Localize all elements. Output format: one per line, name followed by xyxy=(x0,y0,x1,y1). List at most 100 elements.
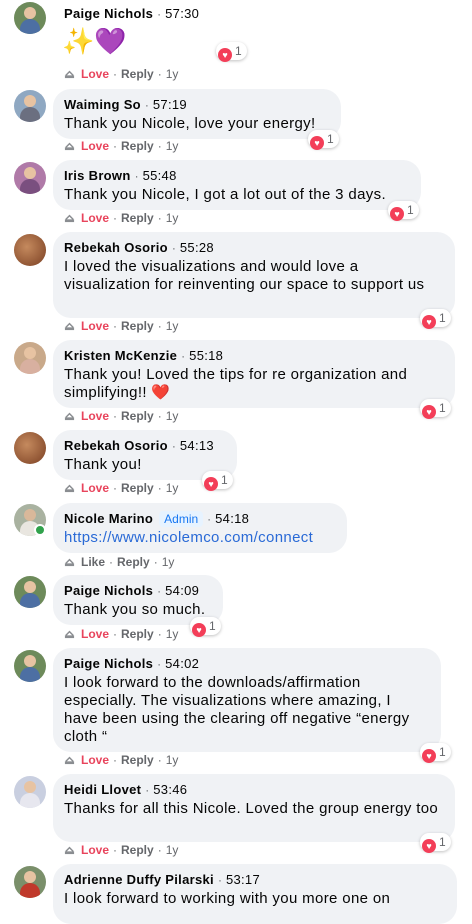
share-icon[interactable] xyxy=(64,754,75,765)
comment-age[interactable]: 1y xyxy=(166,409,179,423)
comment-timestamp[interactable]: 53:17 xyxy=(226,872,260,887)
commenter-name[interactable]: Rebekah Osorio xyxy=(64,240,168,255)
comment-age[interactable]: 1y xyxy=(166,67,179,81)
comment-text: ✨💜 xyxy=(62,26,127,56)
comment-bubble: Rebekah Osorio · 55:28 I loved the visuali… xyxy=(53,232,455,318)
commenter-name[interactable]: Nicole Marino xyxy=(64,511,153,526)
like-button[interactable]: Like xyxy=(81,555,105,569)
comment-timestamp[interactable]: 54:09 xyxy=(165,583,199,598)
commenter-name[interactable]: Kristen McKenzie xyxy=(64,348,177,363)
comment-timestamp[interactable]: 55:28 xyxy=(180,240,214,255)
comment-actions: Love · Reply · 1y xyxy=(64,627,178,641)
avatar[interactable] xyxy=(14,650,46,682)
commenter-name[interactable]: Paige Nichols xyxy=(64,583,153,598)
share-icon[interactable] xyxy=(64,68,75,79)
reply-button[interactable]: Reply xyxy=(121,409,154,423)
love-button[interactable]: Love xyxy=(81,319,109,333)
share-icon[interactable] xyxy=(64,212,75,223)
comment-timestamp[interactable]: 54:13 xyxy=(180,438,214,453)
comment-bubble: Kristen McKenzie · 55:18 Thank you! Loved … xyxy=(53,340,455,408)
comment-link[interactable]: https://www.nicolemco.com/connect xyxy=(64,529,335,547)
comment-age[interactable]: 1y xyxy=(166,843,179,857)
comment-age[interactable]: 1y xyxy=(166,211,179,225)
share-icon[interactable] xyxy=(64,410,75,421)
comment-bubble: Heidi Llovet · 53:46 Thanks for all this N… xyxy=(53,774,455,842)
comment-actions: Love · Reply · 1y xyxy=(64,843,178,857)
comment-timestamp[interactable]: 54:18 xyxy=(215,511,249,526)
comment-age[interactable]: 1y xyxy=(162,555,175,569)
love-button[interactable]: Love xyxy=(81,409,109,423)
comment-age[interactable]: 1y xyxy=(166,319,179,333)
share-icon[interactable] xyxy=(64,628,75,639)
comment-timestamp[interactable]: 57:19 xyxy=(153,97,187,112)
reply-button[interactable]: Reply xyxy=(121,627,154,641)
comment-bubble: Iris Brown · 55:48 Thank you Nicole, I got… xyxy=(53,160,421,210)
share-icon[interactable] xyxy=(64,320,75,331)
comment-actions: Love · Reply · 1y xyxy=(64,481,178,495)
love-button[interactable]: Love xyxy=(81,211,109,225)
reply-button[interactable]: Reply xyxy=(121,843,154,857)
comment-text: Thank you Nicole, I got a lot out of the… xyxy=(64,186,386,203)
commenter-name[interactable]: Waiming So xyxy=(64,97,141,112)
love-button[interactable]: Love xyxy=(81,139,109,153)
reply-button[interactable]: Reply xyxy=(121,211,154,225)
comment-text: Thanks for all this Nicole. Loved the gr… xyxy=(64,800,439,817)
commenter-name[interactable]: Rebekah Osorio xyxy=(64,438,168,453)
love-button[interactable]: Love xyxy=(81,753,109,767)
comment-age[interactable]: 1y xyxy=(166,753,179,767)
comment-age[interactable]: 1y xyxy=(166,627,179,641)
commenter-name[interactable]: Paige Nichols xyxy=(64,656,153,671)
reply-button[interactable]: Reply xyxy=(121,481,154,495)
share-icon[interactable] xyxy=(64,844,75,855)
avatar[interactable] xyxy=(14,162,46,194)
comment-timestamp[interactable]: 53:46 xyxy=(153,782,187,797)
reaction-count[interactable]: ♥ 1 xyxy=(308,130,339,150)
avatar[interactable] xyxy=(14,342,46,374)
love-button[interactable]: Love xyxy=(81,481,109,495)
reaction-count[interactable]: ♥ 1 xyxy=(420,399,451,419)
reaction-count[interactable]: ♥ 1 xyxy=(388,201,419,221)
reply-button[interactable]: Reply xyxy=(121,67,154,81)
comment-age[interactable]: 1y xyxy=(166,481,179,495)
comment-age[interactable]: 1y xyxy=(166,139,179,153)
love-button[interactable]: Love xyxy=(81,627,109,641)
reaction-count[interactable]: ♥ 1 xyxy=(202,471,233,491)
commenter-name[interactable]: Adrienne Duffy Pilarski xyxy=(64,872,214,887)
love-button[interactable]: Love xyxy=(81,843,109,857)
reaction-count[interactable]: ♥ 1 xyxy=(420,833,451,853)
comment-timestamp[interactable]: 57:30 xyxy=(165,6,199,21)
heart-icon: ♥ xyxy=(422,839,436,853)
avatar[interactable] xyxy=(14,90,46,122)
reply-button[interactable]: Reply xyxy=(117,555,150,569)
comment-actions: Love · Reply · 1y xyxy=(64,409,178,423)
reaction-count[interactable]: ♥ 1 xyxy=(420,743,451,763)
commenter-name[interactable]: Paige Nichols xyxy=(64,6,153,21)
reply-button[interactable]: Reply xyxy=(121,319,154,333)
reaction-count[interactable]: ♥ 1 xyxy=(420,309,451,329)
heart-icon: ♥ xyxy=(192,623,206,637)
avatar[interactable] xyxy=(14,866,46,898)
share-icon[interactable] xyxy=(64,556,75,567)
love-button[interactable]: Love xyxy=(81,67,109,81)
reaction-count[interactable]: ♥ 1 xyxy=(190,617,221,637)
avatar[interactable] xyxy=(14,432,46,464)
comment-bubble: Paige Nichols · 54:02 I look forward to th… xyxy=(53,648,441,752)
avatar[interactable] xyxy=(14,776,46,808)
comment-text: Thank you so much. xyxy=(64,601,206,618)
comment-timestamp[interactable]: 55:48 xyxy=(143,168,177,183)
share-icon[interactable] xyxy=(64,482,75,493)
comment-bubble: Adrienne Duffy Pilarski · 53:17 I look for… xyxy=(53,864,457,924)
reply-button[interactable]: Reply xyxy=(121,139,154,153)
share-icon[interactable] xyxy=(64,140,75,151)
comment-text: Thank you Nicole, love your energy! xyxy=(64,115,316,132)
avatar[interactable] xyxy=(14,2,46,34)
commenter-name[interactable]: Heidi Llovet xyxy=(64,782,141,797)
reply-button[interactable]: Reply xyxy=(121,753,154,767)
comment-bubble: Waiming So · 57:19 Thank you Nicole, love … xyxy=(53,89,341,139)
comment-timestamp[interactable]: 55:18 xyxy=(189,348,223,363)
reaction-count[interactable]: ♥ 1 xyxy=(216,42,247,62)
avatar[interactable] xyxy=(14,576,46,608)
avatar[interactable] xyxy=(14,234,46,266)
commenter-name[interactable]: Iris Brown xyxy=(64,168,131,183)
comment-timestamp[interactable]: 54:02 xyxy=(165,656,199,671)
